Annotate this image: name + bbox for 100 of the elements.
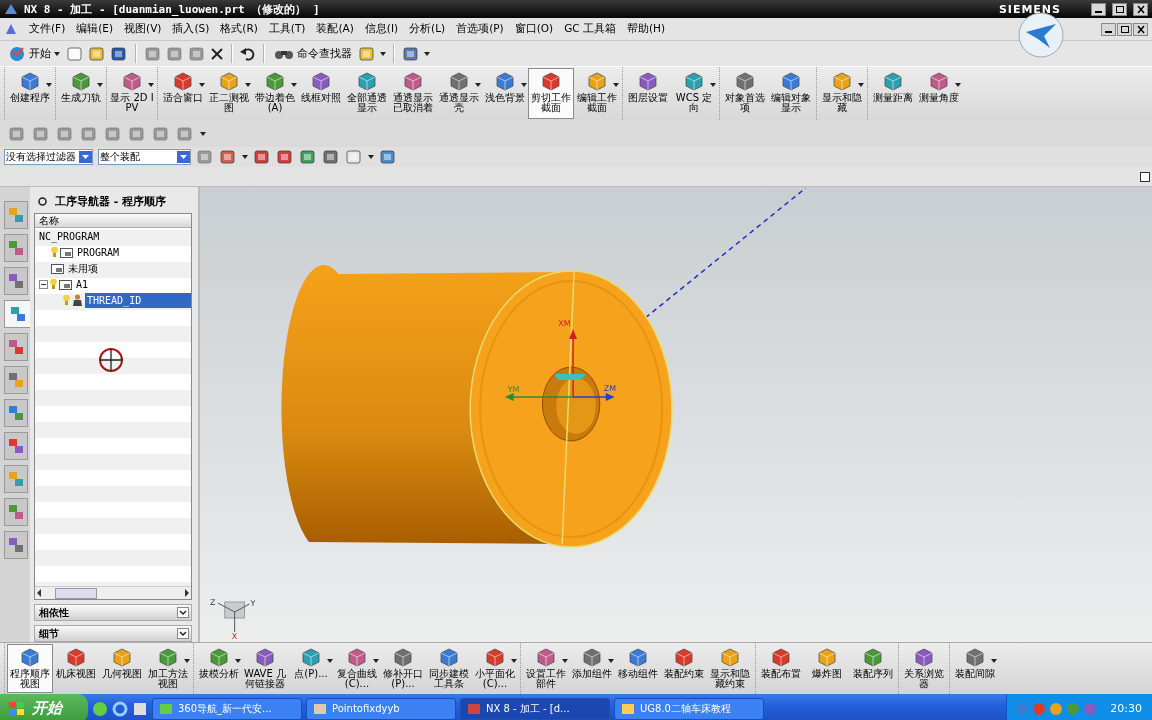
dropdown-arrow-icon[interactable] <box>710 83 716 87</box>
toolbar-button[interactable]: 装配序列 <box>850 644 896 693</box>
maximize-icon[interactable] <box>1140 171 1150 182</box>
column-header[interactable]: 名称 <box>35 214 191 228</box>
dropdown-arrow-icon[interactable] <box>327 659 333 663</box>
dropdown-arrow-icon[interactable] <box>54 51 60 56</box>
toolbar-button[interactable]: 正二测视图 <box>206 68 252 119</box>
toolbar-button[interactable]: 装配约束 <box>661 644 707 693</box>
delete-icon[interactable] <box>210 46 224 61</box>
dropdown-arrow-icon[interactable] <box>380 51 386 56</box>
menu-item[interactable]: 格式(R) <box>220 22 258 36</box>
menu-item[interactable]: 信息(I) <box>364 22 399 36</box>
toolbar-button[interactable]: 关系浏览器 <box>901 644 947 693</box>
scroll-left-icon[interactable] <box>35 589 43 597</box>
section-header[interactable]: 细节 <box>34 625 192 642</box>
minimize-button[interactable] <box>1091 2 1106 16</box>
menu-item[interactable]: 视图(V) <box>124 22 162 36</box>
close-button[interactable] <box>1133 2 1148 16</box>
toolbar-button[interactable]: 修补开口(P)... <box>380 644 426 693</box>
toolbar-button[interactable]: 机床视图 <box>53 644 99 693</box>
toolbar-button[interactable]: 测量距离 <box>870 68 916 119</box>
dropdown-arrow-icon[interactable] <box>368 155 374 159</box>
dropdown-arrow-icon[interactable] <box>148 83 154 87</box>
toolbar-button[interactable]: 同步建模工具条 <box>426 644 472 693</box>
toolbar-button[interactable]: 通透显示壳 <box>436 68 482 119</box>
cylinder-drawing[interactable] <box>281 264 673 548</box>
scroll-right-icon[interactable] <box>183 589 191 597</box>
toolbar-button[interactable]: 爆炸图 <box>804 644 850 693</box>
resource-tab[interactable] <box>4 333 28 361</box>
toolbar-button[interactable]: 通透显示已取消着 <box>390 68 436 119</box>
toolbar-button[interactable]: 生成刀轨 <box>58 68 104 119</box>
menu-item[interactable]: 首选项(P) <box>456 22 504 36</box>
dropdown-arrow-icon[interactable] <box>991 659 997 663</box>
resource-tab[interactable] <box>4 531 28 559</box>
dropdown-arrow-icon[interactable] <box>97 83 103 87</box>
undo-icon[interactable] <box>240 46 256 61</box>
dropdown-arrow-icon[interactable] <box>858 83 864 87</box>
menu-item[interactable]: 分析(L) <box>409 22 446 36</box>
collapse-icon[interactable] <box>39 279 48 289</box>
pin-icon[interactable] <box>38 196 47 206</box>
toolbar-button[interactable]: 装配布置 <box>758 644 804 693</box>
toolbar-button[interactable]: 添加组件 <box>569 644 615 693</box>
menu-item[interactable]: 工具(T) <box>268 22 306 36</box>
dropdown-arrow-icon[interactable] <box>235 659 241 663</box>
tree-item[interactable]: PROGRAM <box>75 244 122 260</box>
section-header[interactable]: 相依性 <box>34 604 192 621</box>
dropdown-arrow-icon[interactable] <box>955 83 961 87</box>
toolbar-button[interactable]: WAVE 几何链接器 <box>242 644 288 693</box>
menu-item[interactable]: 帮助(H) <box>626 22 666 36</box>
dropdown-arrow-icon[interactable] <box>562 659 568 663</box>
taskbar-item[interactable]: NX 8 - 加工 - [d... <box>460 697 610 720</box>
dropdown-arrow-icon[interactable] <box>46 83 52 87</box>
close-button[interactable] <box>1133 22 1148 36</box>
dropdown-arrow-icon[interactable] <box>475 83 481 87</box>
dropdown-arrow-icon[interactable] <box>373 659 379 663</box>
dropdown-arrow-icon[interactable] <box>245 83 251 87</box>
dropdown-arrow-icon[interactable] <box>608 659 614 663</box>
toolbar-button[interactable]: 点(P)... <box>288 644 334 693</box>
start-button[interactable]: 开始 <box>6 44 62 63</box>
quick-launch-icon[interactable] <box>132 700 148 717</box>
toolbar-button[interactable]: 移动组件 <box>615 644 661 693</box>
menu-item[interactable]: GC 工具箱 <box>564 22 616 36</box>
toolbar-button[interactable]: 显示 2D IPV <box>109 68 155 119</box>
scope-dropdown[interactable]: 整个装配 <box>98 149 191 165</box>
toolbar-button[interactable]: 编辑对象显示 <box>768 68 814 119</box>
menu-item[interactable]: 插入(S) <box>172 22 210 36</box>
toolbar-button[interactable]: 测量角度 <box>916 68 962 119</box>
menu-item[interactable]: 窗口(O) <box>514 22 554 36</box>
resource-tab[interactable] <box>4 267 28 295</box>
restore-button[interactable] <box>1112 2 1127 16</box>
dropdown-arrow-icon[interactable] <box>424 51 430 56</box>
resource-tab[interactable] <box>4 399 28 427</box>
toolbar-button[interactable]: 显示和隐藏约束 <box>707 644 753 693</box>
menu-item[interactable]: 装配(A) <box>316 22 354 36</box>
toolbar-button[interactable]: 装配间隙 <box>952 644 998 693</box>
toolbar-button[interactable]: 对象首选项 <box>722 68 768 119</box>
dropdown-arrow-icon[interactable] <box>200 131 206 136</box>
toolbar-button[interactable]: 几何视图 <box>99 644 145 693</box>
toolbar-button[interactable]: 剪切工作截面 <box>528 68 574 119</box>
toolbar-button[interactable]: WCS 定向 <box>671 68 717 119</box>
toolbar-button[interactable]: 编辑工作截面 <box>574 68 620 119</box>
toolbar-button[interactable]: 全部通透显示 <box>344 68 390 119</box>
dropdown-arrow-icon[interactable] <box>242 155 248 159</box>
dropdown-arrow-icon[interactable] <box>613 83 619 87</box>
toolbar-button[interactable]: 小平面化(C)... <box>472 644 518 693</box>
resource-tab[interactable] <box>4 432 28 460</box>
toolbar-button[interactable]: 加工方法视图 <box>145 644 191 693</box>
tree-item[interactable]: 未用项 <box>66 260 100 276</box>
toolbar-button[interactable]: 带边着色(A) <box>252 68 298 119</box>
tree-item[interactable]: THREAD_ID <box>85 292 191 308</box>
resource-tab[interactable] <box>4 366 28 394</box>
toolbar-button[interactable]: 程序顺序视图 <box>7 644 53 693</box>
dropdown-arrow-icon[interactable] <box>521 83 527 87</box>
command-finder-button[interactable]: 命令查找器 <box>272 46 354 61</box>
dropdown-arrow-icon[interactable] <box>291 83 297 87</box>
menu-item[interactable]: 文件(F) <box>29 22 66 36</box>
toolbar-button[interactable]: 创建程序 <box>7 68 53 119</box>
expand-icon[interactable] <box>177 607 189 618</box>
toolbar-button[interactable]: 浅色背景 <box>482 68 528 119</box>
dropdown-arrow-icon[interactable] <box>511 659 517 663</box>
